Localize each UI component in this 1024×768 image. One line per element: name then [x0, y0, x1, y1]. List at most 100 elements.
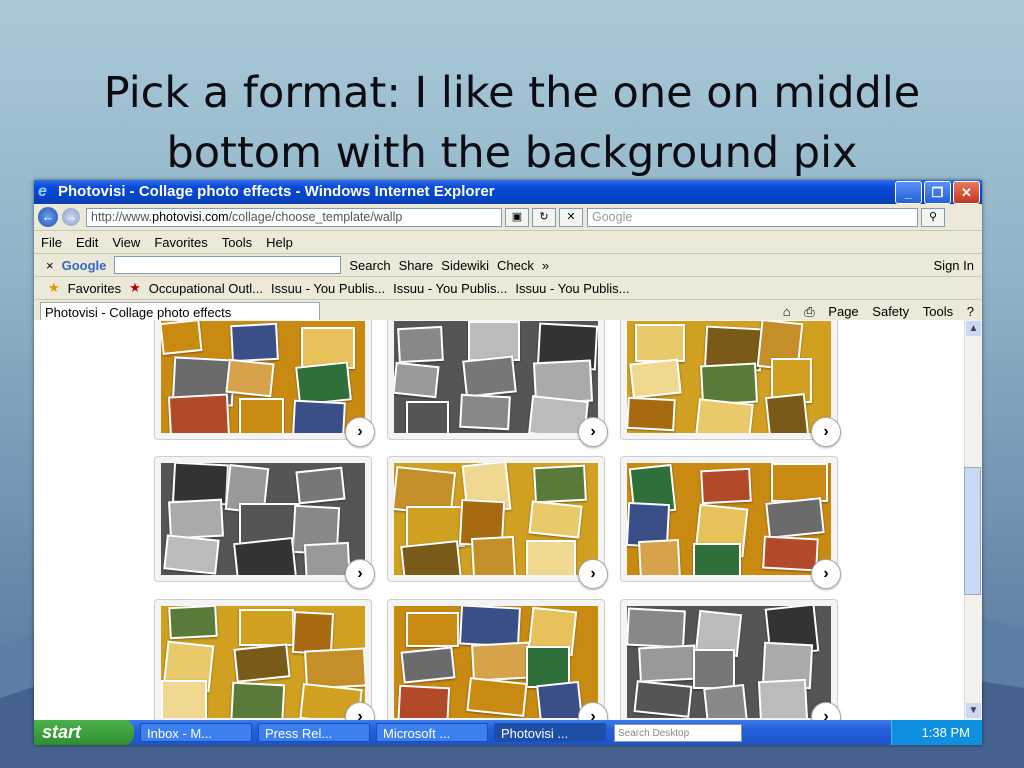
next-arrow-icon[interactable]: ›	[578, 417, 608, 447]
menu-view[interactable]: View	[112, 235, 140, 250]
menu-help[interactable]: Help	[266, 235, 293, 250]
collage-template-card[interactable]: ›	[387, 456, 608, 589]
task-photovisi[interactable]: Photovisi ...	[494, 723, 606, 742]
spell-check-button[interactable]: Check	[497, 258, 534, 273]
next-arrow-icon[interactable]: ›	[578, 559, 608, 589]
sign-in-button[interactable]: Sign In	[934, 258, 974, 273]
address-input[interactable]: http://www.photovisi.com/collage/choose_…	[86, 207, 502, 227]
task-inbox[interactable]: Inbox - M...	[140, 723, 252, 742]
task-microsoft[interactable]: Microsoft ...	[376, 723, 488, 742]
url-prefix: http://www.	[91, 209, 153, 224]
scroll-up-icon[interactable]: ▲	[966, 321, 981, 336]
forward-icon[interactable]: →	[62, 208, 80, 226]
window-title: Photovisi - Collage photo effects - Wind…	[58, 183, 495, 200]
photo-tile	[635, 324, 685, 362]
menu-favorites[interactable]: Favorites	[154, 235, 207, 250]
start-button[interactable]: start	[34, 720, 134, 745]
favorites-link-3[interactable]: Issuu - You Publis...	[393, 281, 507, 296]
scrollbar-thumb[interactable]	[964, 467, 981, 595]
tools-menu[interactable]: Tools	[923, 304, 953, 319]
photo-tile	[627, 607, 686, 649]
maximize-button[interactable]: ❐	[924, 180, 951, 204]
next-arrow-icon[interactable]: ›	[811, 702, 841, 720]
task-press-release[interactable]: Press Rel...	[258, 723, 370, 742]
scroll-down-icon[interactable]: ▼	[966, 703, 981, 718]
photo-tile	[168, 498, 224, 540]
photo-tile	[239, 398, 284, 433]
photo-tile	[536, 680, 583, 718]
menu-edit[interactable]: Edit	[76, 235, 98, 250]
collage-template-card[interactable]: ›	[387, 599, 608, 720]
safety-menu[interactable]: Safety	[872, 304, 909, 319]
toolbar-more-button[interactable]: »	[542, 258, 549, 273]
collage-preview-image	[627, 463, 831, 575]
next-arrow-icon[interactable]: ›	[811, 559, 841, 589]
slide-title: Pick a format: I like the one on middle …	[103, 67, 921, 178]
collage-template-card[interactable]: ›	[620, 456, 841, 589]
favorites-link-4[interactable]: Issuu - You Publis...	[515, 281, 629, 296]
favorites-link-2[interactable]: Issuu - You Publis...	[271, 281, 385, 296]
photo-tile	[167, 393, 231, 433]
collage-template-card[interactable]: ›	[154, 456, 375, 589]
favorites-bar: ★ Favorites ★ Occupational Outl... Issuu…	[34, 277, 982, 300]
photo-tile	[526, 540, 576, 575]
photo-tile	[771, 463, 828, 502]
photo-tile	[458, 606, 522, 648]
google-share-button[interactable]: Share	[399, 258, 434, 273]
browser-screenshot: e Photovisi - Collage photo effects - Wi…	[34, 180, 982, 745]
refresh-icon[interactable]: ↻	[532, 207, 556, 227]
next-arrow-icon[interactable]: ›	[345, 417, 375, 447]
bookmark-star-icon: ★	[129, 280, 141, 295]
minimize-button[interactable]: _	[895, 180, 922, 204]
photo-tile	[163, 534, 220, 575]
collage-template-card[interactable]: ›	[387, 320, 608, 447]
menu-file[interactable]: File	[41, 235, 62, 250]
collage-template-card[interactable]: ›	[154, 320, 375, 447]
search-input[interactable]: Google	[587, 207, 918, 227]
photo-tile	[693, 543, 741, 575]
home-icon[interactable]: ⌂	[783, 304, 791, 319]
photo-tile	[397, 325, 444, 364]
collage-template-card[interactable]: ›	[154, 599, 375, 720]
stop-icon[interactable]: ✕	[559, 207, 583, 227]
photo-tile	[233, 536, 297, 575]
address-bar-row: ← → http://www.photovisi.com/collage/cho…	[34, 204, 982, 231]
collage-preview-image	[394, 606, 598, 718]
photo-tile	[400, 646, 456, 684]
photo-tile	[700, 467, 752, 505]
collage-template-card[interactable]: ›	[620, 599, 841, 720]
favorites-star-icon: ★	[48, 280, 60, 295]
collage-template-card[interactable]: ›	[620, 320, 841, 447]
favorites-link-1[interactable]: Occupational Outl...	[149, 281, 263, 296]
page-menu[interactable]: Page	[828, 304, 858, 319]
menu-tools[interactable]: Tools	[222, 235, 252, 250]
photo-tile	[406, 401, 449, 433]
google-toolbar-input[interactable]	[114, 256, 342, 274]
close-button[interactable]: ✕	[953, 180, 980, 204]
sidewiki-button[interactable]: Sidewiki	[441, 258, 489, 273]
print-icon[interactable]: ⎙	[804, 304, 814, 319]
help-icon[interactable]: ?	[967, 304, 974, 319]
favorites-button[interactable]: Favorites	[68, 281, 121, 296]
photo-tile	[394, 361, 440, 399]
url-domain: photovisi.com	[152, 209, 229, 224]
photo-tile	[629, 358, 682, 399]
compat-view-icon[interactable]: ▣	[505, 207, 529, 227]
desktop-search-input[interactable]: Search Desktop	[614, 723, 742, 742]
next-arrow-icon[interactable]: ›	[578, 702, 608, 720]
toolbar-close-icon[interactable]: ×	[46, 258, 54, 273]
search-icon[interactable]: ⚲	[921, 207, 945, 227]
photo-tile	[637, 538, 682, 575]
photo-tile	[627, 396, 676, 432]
photo-tile	[233, 643, 291, 683]
photo-tile	[396, 684, 451, 718]
google-search-button[interactable]: Search	[349, 258, 390, 273]
back-icon[interactable]: ←	[38, 207, 58, 227]
next-arrow-icon[interactable]: ›	[345, 702, 375, 720]
next-arrow-icon[interactable]: ›	[345, 559, 375, 589]
photo-tile	[225, 358, 275, 398]
ie-logo-icon: e	[38, 183, 47, 200]
collage-preview-image	[161, 606, 365, 718]
photo-tile	[693, 649, 735, 689]
next-arrow-icon[interactable]: ›	[811, 417, 841, 447]
